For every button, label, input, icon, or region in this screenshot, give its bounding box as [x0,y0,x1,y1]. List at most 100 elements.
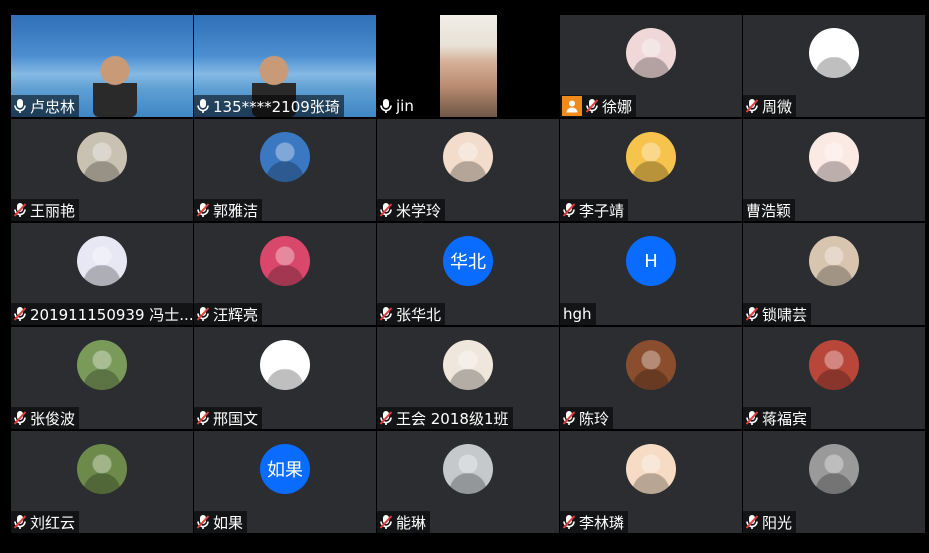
microphone-muted-icon [196,410,210,426]
penguin-icon [443,132,493,182]
autumn-tree-icon [809,340,859,390]
participant-tile[interactable]: 王丽艳 [11,119,193,221]
video-feed [440,15,497,117]
participant-name: 汪辉亮 [213,305,259,324]
microphone-muted-icon [745,306,759,322]
participant-tile[interactable]: 陈玲 [560,327,742,429]
participant-label: 如果 [194,511,248,533]
microphone-icon [379,98,393,114]
participant-tile[interactable]: 王会 2018级1班 [377,327,559,429]
participant-label: 邢国文 [194,407,263,429]
microphone-muted-icon [379,306,393,322]
microphone-muted-icon [745,98,759,114]
microphone-muted-icon [562,410,576,426]
sunset-icon [260,236,310,286]
microphone-muted-icon [745,514,759,530]
participant-name: 周微 [762,97,793,116]
participant-name: jin [396,97,414,115]
participant-label: 201911150939 冯士... [11,303,193,325]
microphone-muted-icon [745,410,759,426]
participant-tile[interactable]: 米学玲 [377,119,559,221]
participant-label: 张俊波 [11,407,80,429]
participant-tile[interactable]: 张俊波 [11,327,193,429]
microphone-muted-icon [13,306,27,322]
participant-label: 陈玲 [560,407,614,429]
microphone-icon [13,98,27,114]
ink-painting-icon [443,340,493,390]
participant-name: 邢国文 [213,409,259,428]
cartoon-girl-icon [626,28,676,78]
participant-name: 陈玲 [579,409,610,428]
microphone-muted-icon [379,514,393,530]
participant-tile[interactable]: 汪辉亮 [194,223,376,325]
participant-label: jin [377,95,418,117]
photo-man-icon [809,444,859,494]
microphone-muted-icon [562,514,576,530]
participant-tile[interactable]: 201911150939 冯士... [11,223,193,325]
participant-tile[interactable]: 蒋福宾 [743,327,925,429]
microphone-muted-icon [13,202,27,218]
cat-meme-icon [809,236,859,286]
cartoon-sticker-icon [809,28,859,78]
participant-label: 周微 [743,95,797,117]
participant-name: 张华北 [396,305,442,324]
participant-label: 刘红云 [11,511,80,533]
microphone-muted-icon [585,98,599,114]
host-badge-icon [562,96,582,116]
microphone-muted-icon [13,410,27,426]
participant-tile[interactable]: 如果 如果 [194,431,376,533]
participant-name: hgh [563,305,592,323]
photo-woman-icon [443,444,493,494]
participant-label: 王会 2018级1班 [377,407,513,429]
participant-tile[interactable]: 135****2109张琦 [194,15,376,117]
participant-name: 李子靖 [579,201,625,220]
participant-label: 徐娜 [560,95,637,117]
microphone-muted-icon [196,202,210,218]
microphone-muted-icon [196,306,210,322]
participant-label: 阳光 [743,511,797,533]
participant-tile[interactable]: 华北 张华北 [377,223,559,325]
participant-tile[interactable]: 锁啸芸 [743,223,925,325]
avatar: 华北 [443,236,493,286]
participant-tile[interactable]: 徐娜 [560,15,742,117]
participant-tile[interactable]: jin [377,15,559,117]
participant-name: 135****2109张琦 [213,97,340,116]
participant-name: 卢忠林 [30,97,76,116]
anime-girl-icon [626,132,676,182]
participant-name: 王会 2018级1班 [396,409,509,428]
microphone-muted-icon [196,514,210,530]
participant-label: 锁啸芸 [743,303,812,325]
participant-tile[interactable]: Hhgh [560,223,742,325]
avatar: 如果 [260,444,310,494]
landscape-tree-icon [77,340,127,390]
participant-name: 张俊波 [30,409,76,428]
photo-couple-icon [77,132,127,182]
microphone-muted-icon [379,202,393,218]
microphone-muted-icon [562,202,576,218]
participant-tile[interactable]: 郭雅洁 [194,119,376,221]
participant-tile[interactable]: 卢忠林 [11,15,193,117]
participant-tile[interactable]: 邢国文 [194,327,376,429]
participant-tile[interactable]: 周微 [743,15,925,117]
participant-tile[interactable]: 李林璘 [560,431,742,533]
microphone-muted-icon [379,410,393,426]
participant-label: 王丽艳 [11,199,80,221]
participant-name: 曹浩颖 [746,201,792,220]
photo-girl-icon [260,132,310,182]
participant-tile[interactable]: 李子靖 [560,119,742,221]
participant-tile[interactable]: 能琳 [377,431,559,533]
participant-tile[interactable]: 阳光 [743,431,925,533]
participant-tile[interactable]: 刘红云 [11,431,193,533]
participant-tile[interactable]: 曹浩颖 [743,119,925,221]
participant-name: 如果 [213,513,244,532]
participant-label: 蒋福宾 [743,407,812,429]
participant-label: 米学玲 [377,199,446,221]
cartoon-reader-icon [626,444,676,494]
microphone-muted-icon [13,514,27,530]
participant-name: 蒋福宾 [762,409,808,428]
participant-name: 阳光 [762,513,793,532]
participant-name: 锁啸芸 [762,305,808,324]
participant-label: 李林璘 [560,511,629,533]
participant-label: hgh [560,303,596,325]
participant-label: 汪辉亮 [194,303,263,325]
